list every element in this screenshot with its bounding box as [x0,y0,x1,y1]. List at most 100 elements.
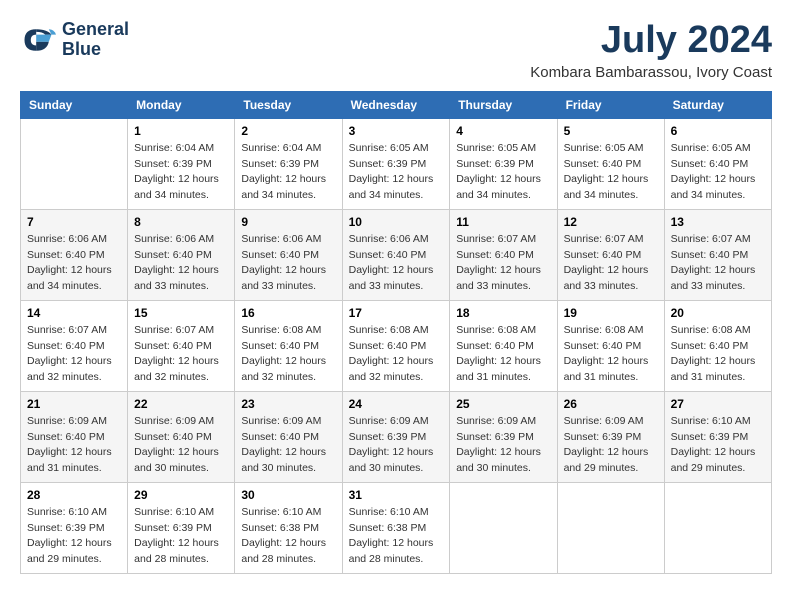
calendar-cell: 7 Sunrise: 6:06 AM Sunset: 6:40 PM Daylig… [21,209,128,300]
calendar-cell: 30Sunrise: 6:10 AM Sunset: 6:38 PM Dayli… [235,482,342,573]
calendar-week-row: 1 Sunrise: 6:04 AM Sunset: 6:39 PM Daylig… [21,118,772,209]
day-info: Sunrise: 6:10 AM Sunset: 6:39 PM Dayligh… [671,414,765,477]
title-area: July 2024 Kombara Bambarassou, Ivory Coa… [530,20,772,81]
day-info: Sunrise: 6:08 AM Sunset: 6:40 PM Dayligh… [456,323,550,386]
page-header: General Blue July 2024 Kombara Bambarass… [20,20,772,81]
day-number: 20 [671,306,765,320]
day-number: 29 [134,488,228,502]
day-number: 4 [456,124,550,138]
day-info: Sunrise: 6:10 AM Sunset: 6:39 PM Dayligh… [27,505,121,568]
day-number: 25 [456,397,550,411]
day-number: 27 [671,397,765,411]
day-number: 28 [27,488,121,502]
day-number: 2 [241,124,335,138]
calendar-cell [21,118,128,209]
calendar-week-row: 28 Sunrise: 6:10 AM Sunset: 6:39 PM Dayli… [21,482,772,573]
calendar-week-row: 14Sunrise: 6:07 AM Sunset: 6:40 PM Dayli… [21,300,772,391]
calendar-cell: 6Sunrise: 6:05 AM Sunset: 6:40 PM Daylig… [664,118,771,209]
calendar-cell: 26Sunrise: 6:09 AM Sunset: 6:39 PM Dayli… [557,391,664,482]
day-info: Sunrise: 6:10 AM Sunset: 6:39 PM Dayligh… [134,505,228,568]
calendar-header-sunday: Sunday [21,91,128,118]
day-number: 9 [241,215,335,229]
day-number: 17 [349,306,444,320]
day-number: 18 [456,306,550,320]
day-info: Sunrise: 6:04 AM Sunset: 6:39 PM Dayligh… [241,141,335,204]
day-info: Sunrise: 6:07 AM Sunset: 6:40 PM Dayligh… [27,323,121,386]
day-info: Sunrise: 6:07 AM Sunset: 6:40 PM Dayligh… [456,232,550,295]
calendar-header-saturday: Saturday [664,91,771,118]
day-number: 1 [134,124,228,138]
day-number: 3 [349,124,444,138]
month-title: July 2024 [530,20,772,62]
calendar-cell: 4 Sunrise: 6:05 AM Sunset: 6:39 PM Daylig… [450,118,557,209]
calendar-cell: 19 Sunrise: 6:08 AM Sunset: 6:40 PM Dayli… [557,300,664,391]
calendar-cell: 5 Sunrise: 6:05 AM Sunset: 6:40 PM Daylig… [557,118,664,209]
calendar-cell: 8 Sunrise: 6:06 AM Sunset: 6:40 PM Daylig… [128,209,235,300]
calendar-cell [664,482,771,573]
day-number: 15 [134,306,228,320]
day-number: 5 [564,124,658,138]
calendar-cell: 11 Sunrise: 6:07 AM Sunset: 6:40 PM Dayli… [450,209,557,300]
day-number: 8 [134,215,228,229]
calendar-cell: 28 Sunrise: 6:10 AM Sunset: 6:39 PM Dayli… [21,482,128,573]
calendar-cell: 29 Sunrise: 6:10 AM Sunset: 6:39 PM Dayli… [128,482,235,573]
day-number: 10 [349,215,444,229]
calendar-cell: 14Sunrise: 6:07 AM Sunset: 6:40 PM Dayli… [21,300,128,391]
day-info: Sunrise: 6:06 AM Sunset: 6:40 PM Dayligh… [349,232,444,295]
location: Kombara Bambarassou, Ivory Coast [530,64,772,81]
calendar-cell: 17 Sunrise: 6:08 AM Sunset: 6:40 PM Dayli… [342,300,450,391]
day-number: 31 [349,488,444,502]
calendar-header-monday: Monday [128,91,235,118]
day-info: Sunrise: 6:07 AM Sunset: 6:40 PM Dayligh… [134,323,228,386]
day-info: Sunrise: 6:08 AM Sunset: 6:40 PM Dayligh… [349,323,444,386]
day-info: Sunrise: 6:07 AM Sunset: 6:40 PM Dayligh… [564,232,658,295]
day-info: Sunrise: 6:09 AM Sunset: 6:40 PM Dayligh… [27,414,121,477]
calendar-cell: 13Sunrise: 6:07 AM Sunset: 6:40 PM Dayli… [664,209,771,300]
day-number: 13 [671,215,765,229]
day-info: Sunrise: 6:06 AM Sunset: 6:40 PM Dayligh… [241,232,335,295]
logo-text: General Blue [62,20,129,60]
calendar-header-friday: Friday [557,91,664,118]
day-number: 24 [349,397,444,411]
day-number: 11 [456,215,550,229]
day-info: Sunrise: 6:06 AM Sunset: 6:40 PM Dayligh… [27,232,121,295]
calendar-cell: 27 Sunrise: 6:10 AM Sunset: 6:39 PM Dayli… [664,391,771,482]
day-info: Sunrise: 6:08 AM Sunset: 6:40 PM Dayligh… [241,323,335,386]
day-info: Sunrise: 6:09 AM Sunset: 6:40 PM Dayligh… [134,414,228,477]
calendar-cell: 25 Sunrise: 6:09 AM Sunset: 6:39 PM Dayli… [450,391,557,482]
day-info: Sunrise: 6:05 AM Sunset: 6:40 PM Dayligh… [671,141,765,204]
day-info: Sunrise: 6:09 AM Sunset: 6:40 PM Dayligh… [241,414,335,477]
day-number: 30 [241,488,335,502]
calendar-cell [557,482,664,573]
calendar-cell: 31 Sunrise: 6:10 AM Sunset: 6:38 PM Dayli… [342,482,450,573]
day-info: Sunrise: 6:05 AM Sunset: 6:39 PM Dayligh… [349,141,444,204]
day-number: 16 [241,306,335,320]
day-info: Sunrise: 6:08 AM Sunset: 6:40 PM Dayligh… [671,323,765,386]
calendar-cell: 3 Sunrise: 6:05 AM Sunset: 6:39 PM Daylig… [342,118,450,209]
day-info: Sunrise: 6:10 AM Sunset: 6:38 PM Dayligh… [349,505,444,568]
day-number: 19 [564,306,658,320]
day-number: 7 [27,215,121,229]
calendar-cell: 2 Sunrise: 6:04 AM Sunset: 6:39 PM Daylig… [235,118,342,209]
day-info: Sunrise: 6:09 AM Sunset: 6:39 PM Dayligh… [456,414,550,477]
day-number: 23 [241,397,335,411]
calendar-week-row: 7 Sunrise: 6:06 AM Sunset: 6:40 PM Daylig… [21,209,772,300]
calendar-cell [450,482,557,573]
day-number: 22 [134,397,228,411]
day-info: Sunrise: 6:09 AM Sunset: 6:39 PM Dayligh… [564,414,658,477]
day-info: Sunrise: 6:08 AM Sunset: 6:40 PM Dayligh… [564,323,658,386]
day-info: Sunrise: 6:06 AM Sunset: 6:40 PM Dayligh… [134,232,228,295]
day-info: Sunrise: 6:05 AM Sunset: 6:40 PM Dayligh… [564,141,658,204]
day-info: Sunrise: 6:05 AM Sunset: 6:39 PM Dayligh… [456,141,550,204]
calendar-cell: 16 Sunrise: 6:08 AM Sunset: 6:40 PM Dayli… [235,300,342,391]
calendar-cell: 22 Sunrise: 6:09 AM Sunset: 6:40 PM Dayli… [128,391,235,482]
day-info: Sunrise: 6:09 AM Sunset: 6:39 PM Dayligh… [349,414,444,477]
day-number: 12 [564,215,658,229]
calendar-header-row: SundayMondayTuesdayWednesdayThursdayFrid… [21,91,772,118]
calendar-header-wednesday: Wednesday [342,91,450,118]
day-number: 21 [27,397,121,411]
calendar-cell: 24 Sunrise: 6:09 AM Sunset: 6:39 PM Dayli… [342,391,450,482]
day-info: Sunrise: 6:04 AM Sunset: 6:39 PM Dayligh… [134,141,228,204]
calendar-cell: 10 Sunrise: 6:06 AM Sunset: 6:40 PM Dayli… [342,209,450,300]
calendar-header-tuesday: Tuesday [235,91,342,118]
